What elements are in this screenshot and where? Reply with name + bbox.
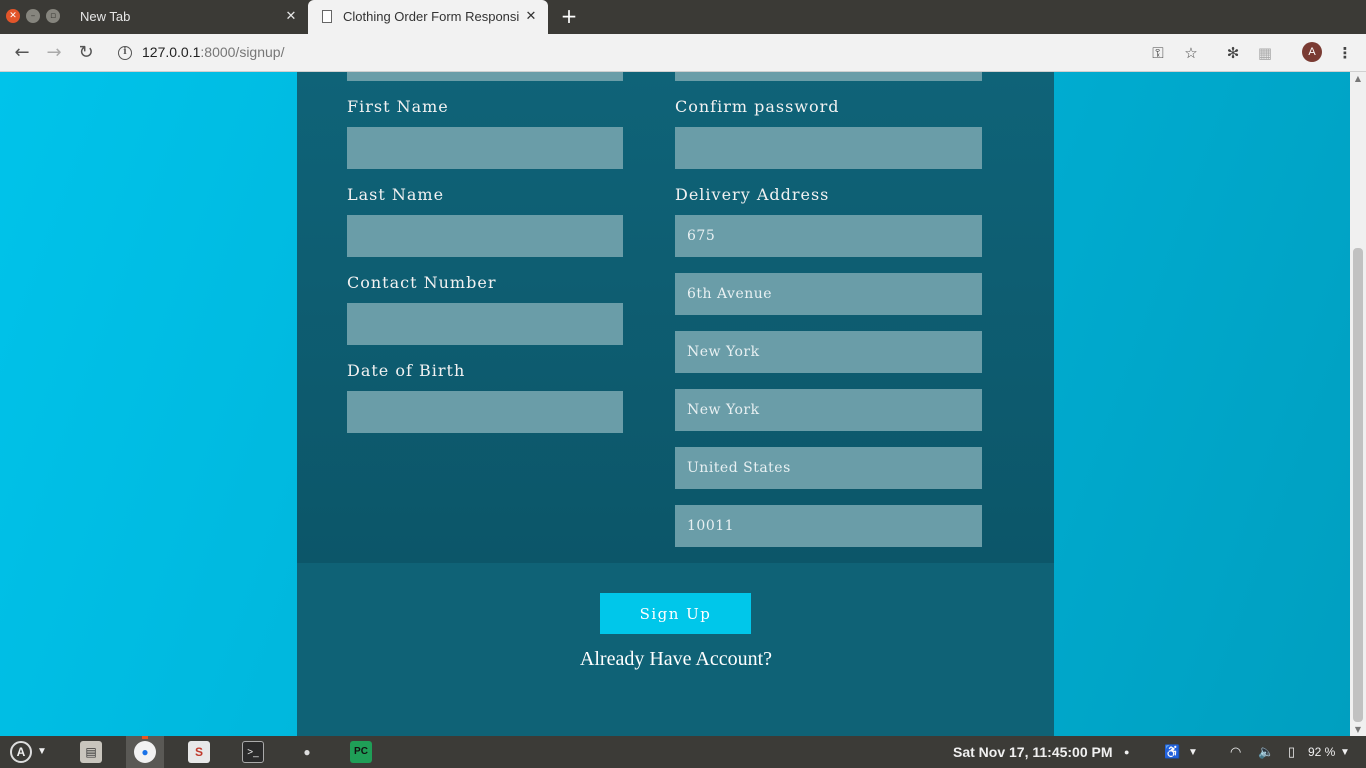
date-of-birth-field[interactable]	[347, 391, 623, 433]
address-street-field[interactable]	[675, 273, 982, 315]
tab-close-icon[interactable]: ✕	[522, 7, 540, 25]
address-bar[interactable]: 127.0.0.1:8000/signup/	[142, 44, 284, 60]
system-menu-icon[interactable]: ▼	[1340, 747, 1350, 758]
tab-title: Clothing Order Form Responsive	[343, 9, 519, 24]
scroll-down-arrow-icon[interactable]: ▼	[1353, 725, 1363, 734]
confirm-password-label: Confirm password	[675, 97, 840, 116]
penguin-app-icon[interactable]: ●	[296, 741, 318, 763]
last-name-label: Last Name	[347, 185, 445, 204]
battery-icon[interactable]: ▯	[1288, 744, 1295, 760]
new-tab-plus-icon[interactable]: +	[558, 5, 580, 27]
forward-arrow-icon[interactable]: →	[42, 41, 66, 65]
address-state-field[interactable]	[675, 389, 982, 431]
first-name-field[interactable]	[347, 127, 623, 169]
scroll-up-arrow-icon[interactable]: ▲	[1353, 74, 1363, 83]
address-house-number-field[interactable]	[675, 215, 982, 257]
notification-dot-icon: ●	[1124, 747, 1130, 757]
pycharm-icon[interactable]: PC	[350, 741, 372, 763]
window-close-icon[interactable]: ✕	[6, 9, 20, 23]
extension-grid-icon[interactable]: ▦	[1254, 42, 1276, 64]
last-name-field[interactable]	[347, 215, 623, 257]
browser-toolbar: ← → ↻ i 127.0.0.1:8000/signup/ ⚿ ☆ ✻ ▦ A…	[0, 34, 1366, 72]
menu-kebab-icon[interactable]: ⋮	[1334, 42, 1356, 64]
sign-up-button[interactable]: Sign Up	[600, 593, 751, 634]
key-icon[interactable]: ⚿	[1147, 42, 1169, 64]
document-icon	[322, 10, 332, 23]
delivery-address-label: Delivery Address	[675, 185, 830, 204]
contact-number-label: Contact Number	[347, 273, 497, 292]
back-arrow-icon[interactable]: ←	[10, 41, 34, 65]
password-field[interactable]	[675, 72, 982, 81]
page-background: First Name Last Name Contact Number Date…	[0, 72, 1350, 736]
date-of-birth-label: Date of Birth	[347, 361, 466, 380]
address-country-field[interactable]	[675, 447, 982, 489]
tab-close-icon[interactable]: ✕	[282, 7, 300, 25]
chrome-icon[interactable]: ●	[134, 741, 156, 763]
already-have-account-link[interactable]: Already Have Account?	[526, 648, 826, 671]
tab-new-tab[interactable]: New Tab ✕	[64, 0, 308, 34]
browser-tab-strip: ✕ – ▫ New Tab ✕ Clothing Order Form Resp…	[0, 0, 1366, 34]
site-info-icon[interactable]: i	[118, 46, 132, 60]
url-host: 127.0.0.1	[142, 44, 201, 60]
bookmark-star-icon[interactable]: ☆	[1180, 42, 1202, 64]
wifi-icon[interactable]: ◠	[1230, 744, 1241, 760]
launcher-dropdown-icon[interactable]: ▼	[34, 741, 50, 763]
app-launcher-icon[interactable]: A	[10, 741, 32, 763]
spreadsheet-icon[interactable]: S	[188, 741, 210, 763]
address-city-field[interactable]	[675, 331, 982, 373]
profile-avatar[interactable]: A	[1302, 42, 1322, 62]
os-taskbar: A ▼ ▤ ● S >_ ● PC Sat Nov 17, 11:45:00 P…	[0, 736, 1366, 768]
volume-icon[interactable]: 🔈	[1258, 744, 1274, 760]
address-zip-field[interactable]	[675, 505, 982, 547]
scrollbar-thumb[interactable]	[1353, 248, 1363, 722]
active-app-indicator	[142, 736, 148, 739]
terminal-icon[interactable]: >_	[242, 741, 264, 763]
battery-percentage: 92 %	[1308, 745, 1336, 759]
contact-number-field[interactable]	[347, 303, 623, 345]
tray-dropdown-icon[interactable]: ▼	[1188, 747, 1198, 758]
tab-title: New Tab	[80, 9, 131, 24]
first-name-label: First Name	[347, 97, 449, 116]
window-maximize-icon[interactable]: ▫	[46, 9, 60, 23]
tab-clothing-order-form[interactable]: Clothing Order Form Responsive ✕	[308, 0, 548, 34]
extension-icon[interactable]: ✻	[1222, 42, 1244, 64]
accessibility-icon[interactable]: ♿	[1164, 744, 1180, 760]
file-manager-icon[interactable]: ▤	[80, 741, 102, 763]
email-field[interactable]	[347, 72, 623, 81]
system-clock[interactable]: Sat Nov 17, 11:45:00 PM	[953, 744, 1113, 760]
page-scrollbar[interactable]: ▲ ▼	[1350, 72, 1366, 736]
reload-icon[interactable]: ↻	[74, 41, 98, 65]
url-path: :8000/signup/	[200, 44, 285, 60]
window-minimize-icon[interactable]: –	[26, 9, 40, 23]
confirm-password-field[interactable]	[675, 127, 982, 169]
